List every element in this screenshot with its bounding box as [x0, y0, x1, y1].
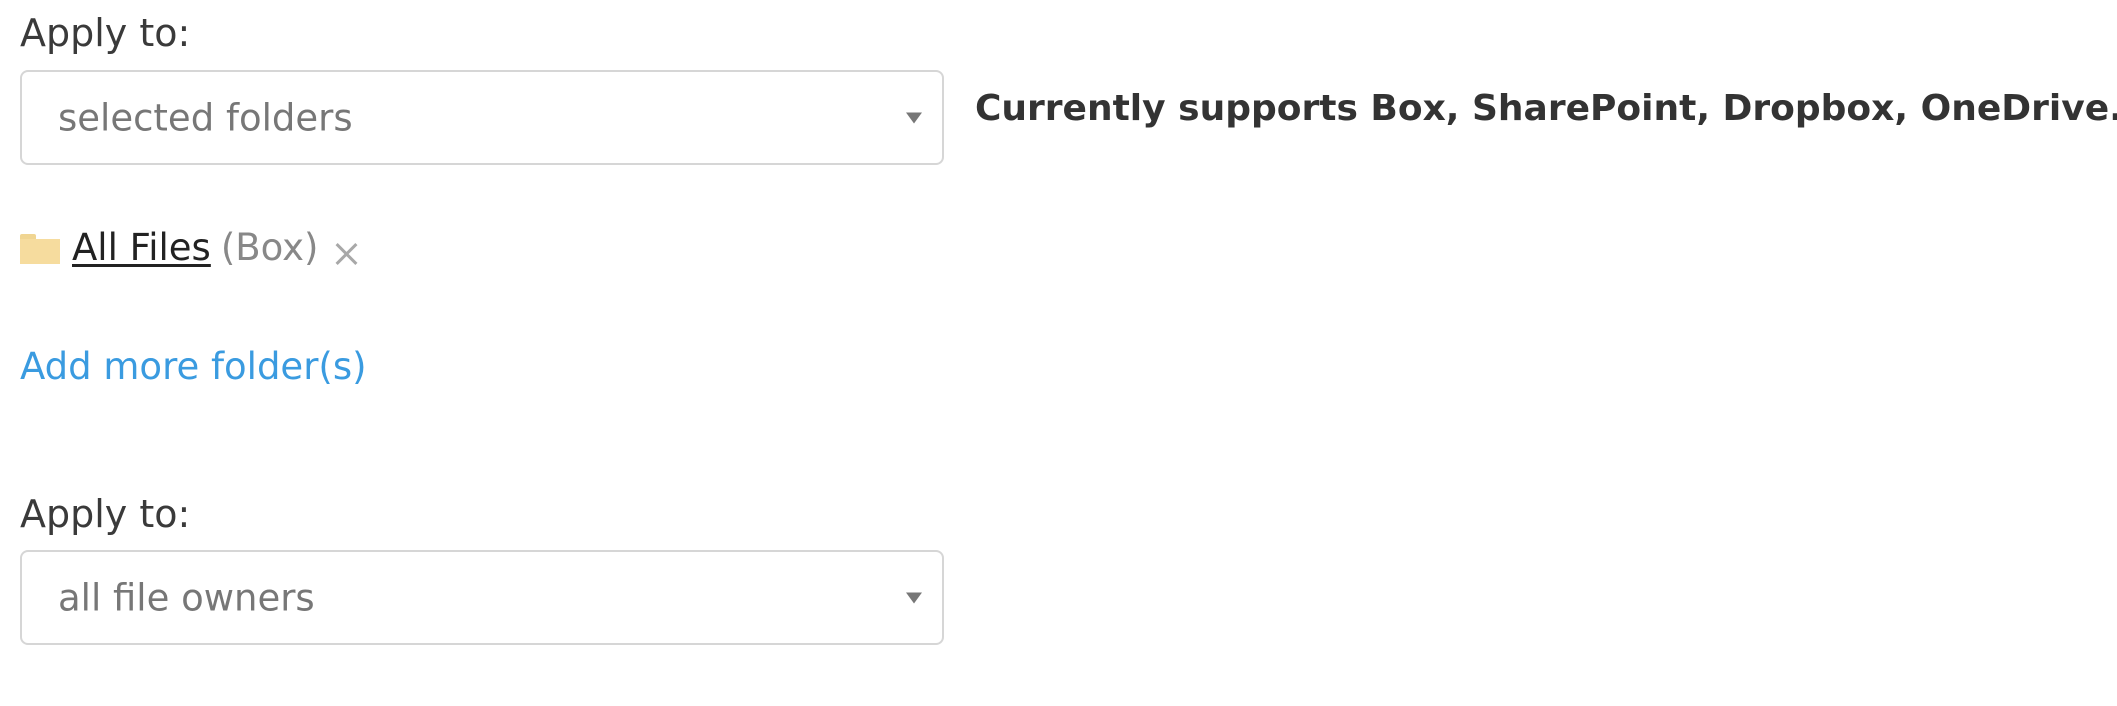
supported-providers-note: Currently supports Box, SharePoint, Drop… — [975, 88, 2117, 129]
folder-icon — [20, 234, 60, 264]
apply-to-folders-select[interactable]: selected folders — [20, 70, 944, 165]
folder-link-all-files[interactable]: All Files — [72, 226, 211, 269]
folder-source: (Box) — [220, 225, 319, 269]
apply-to-folders-value: selected folders — [58, 96, 353, 139]
apply-to-owners-value: all file owners — [58, 576, 315, 619]
apply-to-owners-label: Apply to: — [20, 492, 191, 536]
folder-item: All Files (Box) — [20, 222, 358, 272]
apply-to-folders-label: Apply to: — [20, 11, 191, 55]
close-icon[interactable] — [334, 242, 358, 266]
add-more-folders-link[interactable]: Add more folder(s) — [20, 345, 367, 388]
chevron-down-icon — [906, 592, 922, 603]
apply-to-owners-select[interactable]: all file owners — [20, 550, 944, 645]
chevron-down-icon — [906, 112, 922, 123]
